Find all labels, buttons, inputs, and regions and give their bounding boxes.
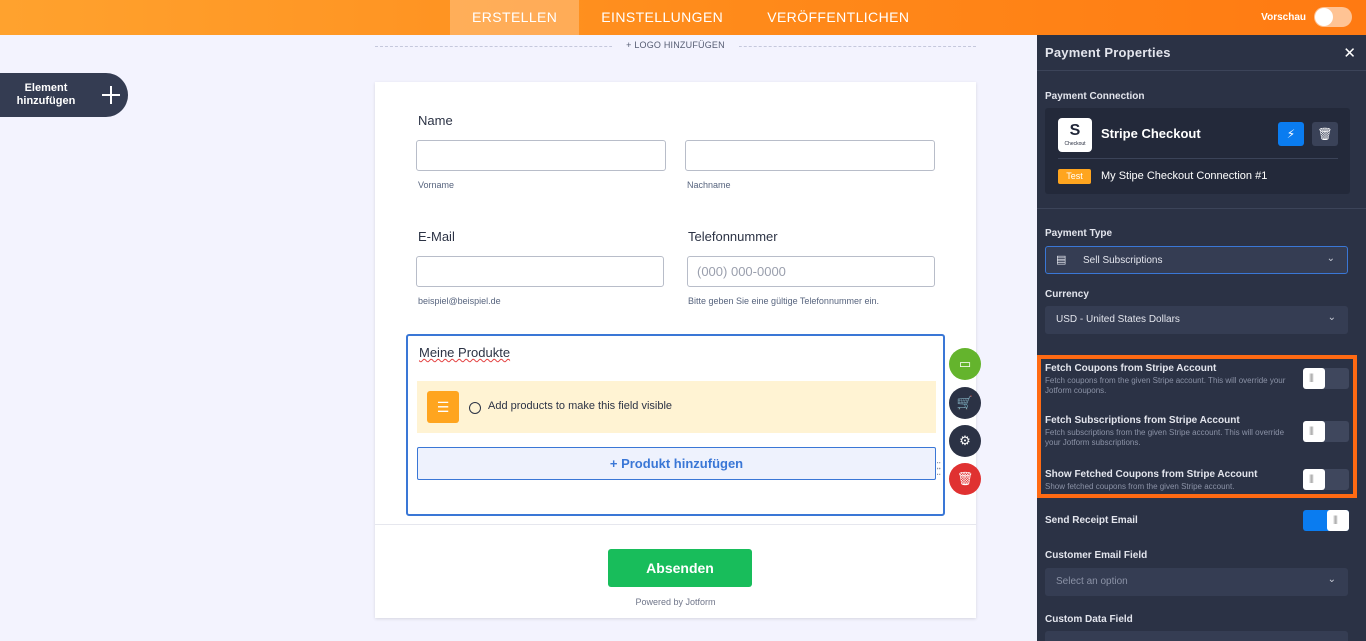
tab-einstellungen[interactable]: EINSTELLUNGEN — [579, 0, 745, 35]
payment-properties-panel: Payment Properties ✕ Payment Connection … — [1037, 35, 1366, 641]
radio-icon — [469, 402, 481, 414]
toggle-knob — [1327, 510, 1349, 531]
payment-type-label: Payment Type — [1045, 228, 1113, 239]
plus-icon — [102, 86, 120, 104]
custom-data-label: Custom Data Field — [1045, 614, 1133, 625]
gear-icon[interactable]: ⚙ — [949, 425, 981, 457]
powered-by: Powered by Jotform — [635, 597, 716, 607]
products-title: Meine Produkte — [419, 345, 511, 360]
currency-label: Currency — [1045, 289, 1089, 300]
preview-toggle[interactable] — [1314, 7, 1352, 27]
products-notice-text: Add products to make this field visible — [488, 400, 673, 412]
chevron-down-icon: ⌄ — [1326, 253, 1335, 264]
phone-label: Telefonnummer — [688, 229, 778, 244]
chevron-down-icon: ⌄ — [1327, 312, 1336, 323]
payment-card-icon[interactable]: ▭ — [949, 348, 981, 380]
first-name-sublabel: Vorname — [418, 180, 455, 190]
toggle-knob — [1315, 8, 1333, 26]
tab-erstellen[interactable]: ERSTELLEN — [450, 0, 580, 35]
submit-button[interactable]: Absenden — [608, 549, 752, 587]
products-field[interactable]: Meine Produkte ☰ Add products to make th… — [406, 334, 945, 516]
stripe-logo-letter: S — [1069, 122, 1081, 139]
highlight-box — [1037, 355, 1357, 498]
last-name-input[interactable] — [685, 140, 935, 171]
email-sublabel: beispiel@beispiel.de — [418, 296, 501, 306]
plug-icon[interactable]: ⚡ — [1278, 122, 1304, 146]
panel-title: Payment Properties — [1045, 45, 1171, 60]
currency-value: USD - United States Dollars — [1056, 314, 1180, 325]
tab-veroeffentlichen[interactable]: VERÖFFENTLICHEN — [745, 0, 931, 35]
send-receipt-label: Send Receipt Email — [1045, 515, 1138, 526]
first-name-input[interactable] — [416, 140, 666, 171]
name-label: Name — [418, 113, 453, 128]
payment-connection-label: Payment Connection — [1045, 91, 1145, 102]
drag-handle-icon[interactable]: ⁚⁚ ⁚⁚ — [936, 462, 941, 478]
panel-header: Payment Properties ✕ — [1037, 35, 1366, 71]
preview-label: Vorschau — [1261, 11, 1306, 23]
add-product-button[interactable]: + Produkt hinzufügen — [417, 447, 936, 480]
currency-select[interactable]: USD - United States Dollars ⌄ — [1045, 306, 1348, 334]
connection-name: My Stipe Checkout Connection #1 — [1101, 170, 1268, 182]
main-tabs: ERSTELLEN EINSTELLUNGEN VERÖFFENTLICHEN — [450, 0, 931, 35]
payment-type-select[interactable]: ▤ Sell Subscriptions ⌄ — [1045, 246, 1348, 274]
form-card: Name Vorname Nachname E-Mail beispiel@be… — [375, 82, 976, 618]
cart-icon[interactable]: 🛒 — [949, 387, 981, 419]
test-badge: Test — [1058, 169, 1091, 184]
email-input[interactable] — [416, 256, 664, 287]
send-receipt-toggle[interactable] — [1303, 510, 1349, 531]
products-notice: ☰ Add products to make this field visibl… — [417, 381, 941, 478]
customer-email-select[interactable]: Select an option ⌄ — [1045, 568, 1348, 596]
chevron-down-icon: ⌄ — [1327, 574, 1336, 585]
last-name-sublabel: Nachname — [687, 180, 731, 190]
stripe-logo-sub: Checkout — [1064, 141, 1086, 147]
panel-divider — [1037, 208, 1366, 209]
connection-card: S Checkout Stripe Checkout ⚡ 🗑 Test My S… — [1045, 108, 1350, 194]
custom-data-select[interactable] — [1045, 631, 1348, 641]
trash-icon[interactable]: 🗑 — [949, 463, 981, 495]
email-label: E-Mail — [418, 229, 455, 244]
phone-sublabel: Bitte geben Sie eine gültige Telefonnumm… — [688, 296, 879, 306]
customer-email-placeholder: Select an option — [1056, 576, 1128, 587]
close-icon[interactable]: ✕ — [1343, 44, 1356, 62]
add-element-button[interactable]: Element hinzufügen — [0, 73, 128, 117]
customer-email-label: Customer Email Field — [1045, 550, 1148, 561]
gateway-name: Stripe Checkout — [1101, 126, 1201, 141]
trash-icon[interactable]: 🗑 — [1312, 122, 1338, 146]
add-element-label: Element hinzufügen — [16, 82, 76, 107]
form-divider — [375, 524, 976, 525]
phone-input[interactable]: (000) 000-0000 — [687, 256, 935, 287]
checklist-icon: ☰ — [427, 391, 459, 423]
preview-control: Vorschau — [1261, 7, 1352, 27]
payment-type-value: Sell Subscriptions — [1083, 255, 1163, 266]
stripe-logo: S Checkout — [1058, 118, 1092, 152]
subscription-icon: ▤ — [1056, 254, 1067, 266]
connection-divider — [1058, 158, 1338, 159]
top-bar: ERSTELLEN EINSTELLUNGEN VERÖFFENTLICHEN … — [0, 0, 1366, 35]
add-logo-button[interactable]: + LOGO HINZUFÜGEN — [612, 40, 739, 50]
